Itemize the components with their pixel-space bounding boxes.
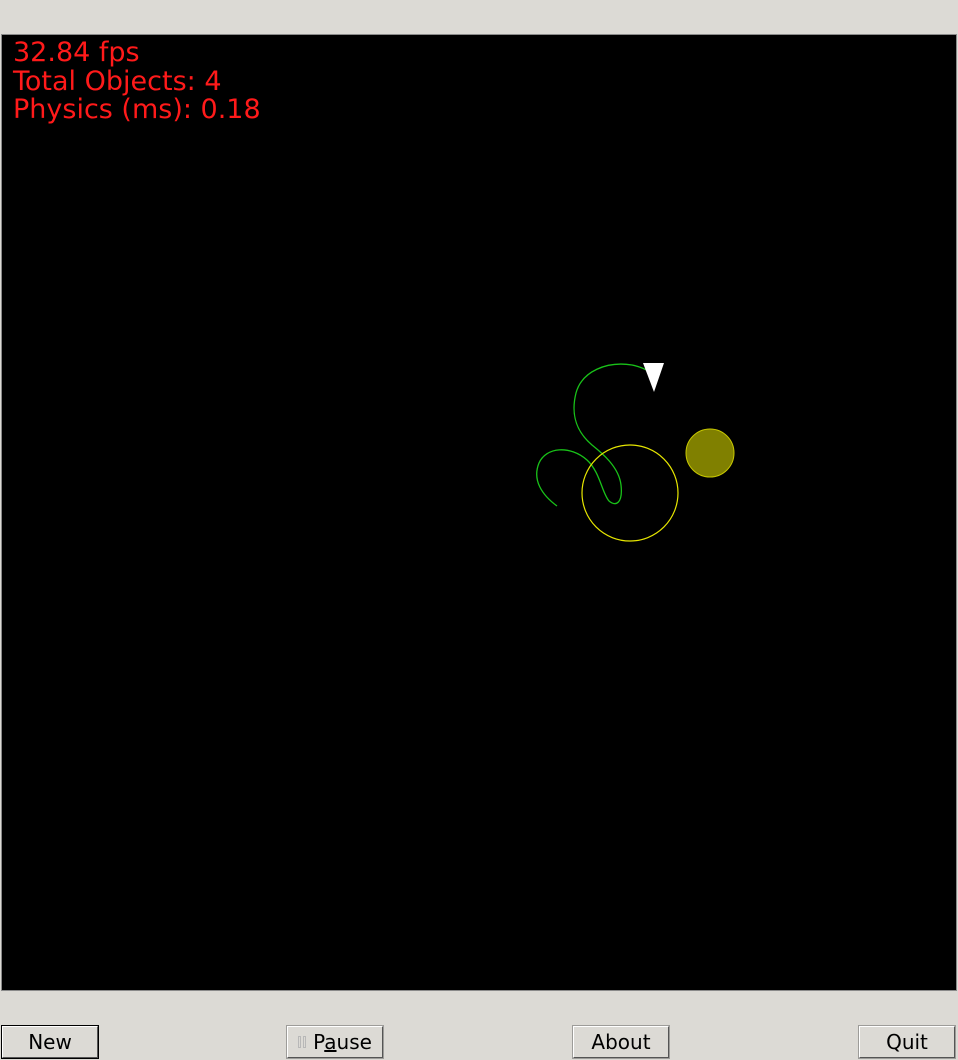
app-window: 32.84 fps Total Objects: 4 Physics (ms):… (0, 0, 958, 1060)
about-button[interactable]: About (572, 1025, 670, 1059)
new-button[interactable]: New (1, 1025, 99, 1059)
ship-trail (536, 363, 658, 507)
quit-button[interactable]: Quit (858, 1025, 956, 1059)
about-button-label: About (591, 1030, 651, 1054)
simulation-canvas[interactable]: 32.84 fps Total Objects: 4 Physics (ms):… (1, 34, 957, 991)
pause-label-mnemonic: a (324, 1030, 337, 1054)
planet-object (685, 428, 735, 478)
quit-button-label: Quit (886, 1030, 928, 1054)
ring-object (581, 444, 679, 542)
pause-label-suffix: use (336, 1030, 372, 1054)
new-button-label: New (28, 1030, 72, 1054)
scene-svg (536, 363, 735, 542)
physics-time-readout: Physics (ms): 0.18 (13, 94, 261, 125)
total-objects-readout: Total Objects: 4 (13, 65, 222, 97)
pause-button[interactable]: Pause (286, 1025, 384, 1059)
hud-overlay: 32.84 fps Total Objects: 4 Physics (ms):… (13, 37, 261, 125)
fps-readout: 32.84 fps (13, 37, 140, 68)
pause-label-prefix: P (313, 1030, 325, 1054)
pause-icon (298, 1036, 307, 1048)
ship-icon (643, 363, 664, 392)
pause-button-label: Pause (313, 1030, 372, 1054)
